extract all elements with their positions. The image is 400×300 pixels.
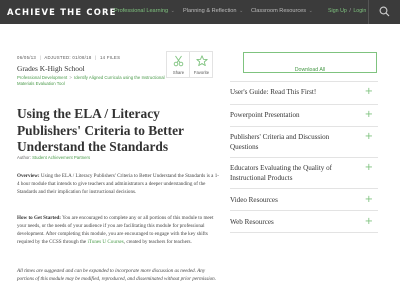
overview-text: Using the ELA / Literacy Publishers' Cri…: [17, 173, 219, 195]
site-logo[interactable]: ACHIEVE THE CORE: [7, 7, 117, 17]
resource-video-resources[interactable]: Video Resources +: [230, 188, 378, 210]
resource-educators-evaluating[interactable]: Educators Evaluating the Quality of Inst…: [230, 157, 378, 188]
how-to-text-end: , created by teachers for teachers.: [123, 238, 192, 245]
author-label: Author:: [17, 155, 31, 160]
favorite-label: Favorite: [193, 70, 210, 75]
resource-users-guide[interactable]: User's Guide: Read This First! +: [230, 81, 378, 104]
author-line: Author: Student Achievement Partners: [17, 155, 90, 160]
download-arrow-icon: ↓: [308, 67, 312, 72]
nav-planning-reflection[interactable]: Planning & Reflection ⌄: [183, 8, 243, 14]
search-button[interactable]: [368, 0, 400, 24]
meta-separator: |: [39, 55, 42, 60]
favorite-button[interactable]: Favorite: [190, 52, 213, 77]
posted-date: 06/05/13: [17, 55, 37, 60]
sign-up-link[interactable]: Sign Up: [328, 8, 347, 14]
plus-icon: +: [364, 131, 373, 142]
plus-icon: +: [364, 86, 373, 97]
nav-professional-learning[interactable]: Professional Learning ⌄: [114, 8, 175, 14]
plus-icon: +: [364, 194, 373, 205]
breadcrumb-separator-icon: >: [69, 75, 72, 80]
plus-icon: +: [364, 216, 373, 227]
login-link[interactable]: Login: [353, 8, 366, 14]
module-meta: 06/05/13 | ADJUSTED: 01/08/18 | 14 FILES: [17, 55, 120, 60]
plus-icon: +: [364, 109, 373, 120]
breadcrumb-professional-development[interactable]: Professional Development: [17, 75, 67, 80]
itunes-u-courses-link[interactable]: iTunes U Courses: [87, 239, 123, 245]
file-count: 14 FILES: [99, 55, 121, 60]
usage-note-paragraph: All times are suggested and can be expan…: [17, 268, 216, 282]
resource-powerpoint-presentation[interactable]: Powerpoint Presentation +: [230, 104, 378, 126]
resource-label: Powerpoint Presentation: [230, 111, 300, 119]
nav-label: Planning & Reflection: [183, 8, 237, 14]
overview-lead: Overview:: [17, 173, 40, 179]
how-to-get-started-paragraph: How to Get Started: You are encouraged t…: [17, 215, 219, 247]
search-icon: [379, 6, 390, 17]
nav-label: Classroom Resources: [251, 8, 307, 14]
resource-label: User's Guide: Read This First!: [230, 88, 317, 96]
nav-label: Professional Learning: [114, 8, 169, 14]
scissors-share-icon: [173, 55, 184, 67]
chevron-down-icon: ⌄: [308, 8, 313, 14]
share-button[interactable]: Share: [167, 52, 190, 77]
account-links: Sign Up / Login: [328, 8, 366, 14]
resource-label: Video Resources: [230, 196, 278, 204]
resource-publishers-criteria[interactable]: Publishers' Criteria and Discussion Ques…: [230, 126, 378, 157]
resource-label: Web Resources: [230, 218, 274, 226]
breadcrumb: Professional Development > Identify Alig…: [17, 75, 167, 87]
chevron-down-icon: ⌄: [170, 8, 175, 14]
grade-level: Grades K-High School: [17, 64, 85, 73]
module-actions: Share Favorite: [166, 51, 213, 78]
chevron-down-icon: ⌄: [239, 8, 244, 14]
account-separator: /: [349, 8, 351, 14]
resource-web-resources[interactable]: Web Resources +: [230, 210, 378, 233]
adjusted-date: ADJUSTED: 01/08/18: [44, 55, 92, 60]
download-all-button[interactable]: Download All ↓: [243, 52, 377, 73]
page-title: Using the ELA / Literacy Publishers' Cri…: [17, 106, 184, 154]
how-to-lead: How to Get Started:: [17, 215, 61, 221]
star-icon: [196, 55, 208, 67]
top-navigation-bar: ACHIEVE THE CORE Professional Learning ⌄…: [0, 0, 400, 24]
nav-classroom-resources[interactable]: Classroom Resources ⌄: [251, 8, 313, 14]
author-name-link[interactable]: Student Achievement Partners: [32, 155, 90, 160]
overview-paragraph: Overview: Using the ELA / Literacy Publi…: [17, 173, 219, 197]
resource-label: Educators Evaluating the Quality of Inst…: [230, 164, 333, 182]
plus-icon: +: [364, 162, 373, 173]
meta-separator: |: [95, 55, 97, 60]
share-label: Share: [172, 70, 185, 75]
resource-label: Publishers' Criteria and Discussion Ques…: [230, 133, 330, 151]
